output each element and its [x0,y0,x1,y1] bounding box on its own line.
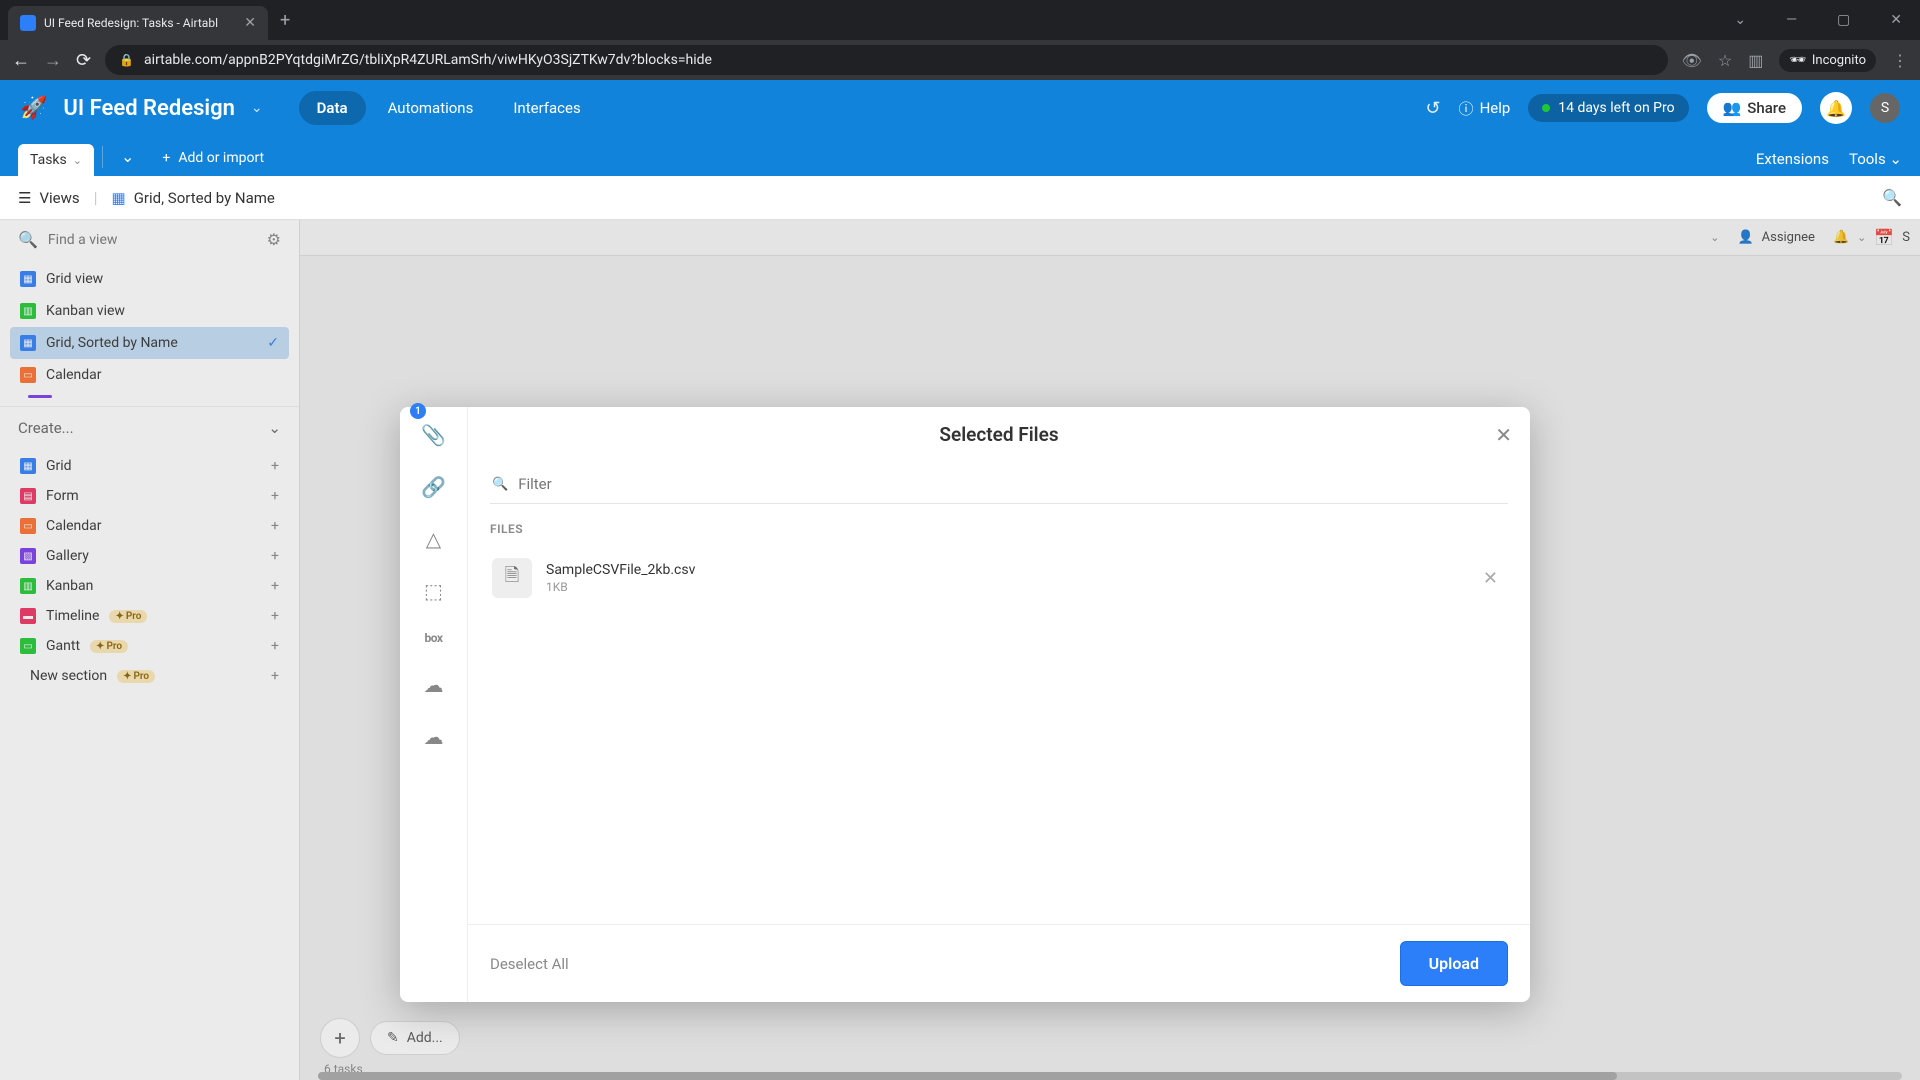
deselect-all-button[interactable]: Deselect All [490,955,569,973]
avatar-initial: S [1881,100,1889,116]
selected-count-badge: 1 [410,403,426,419]
link-icon[interactable]: 🔗 [421,475,446,499]
files-section-label: FILES [490,522,1508,536]
bell-icon: 🔔 [1826,99,1846,118]
google-drive-icon[interactable]: △ [426,527,441,551]
modal-footer: Deselect All Upload [468,924,1530,1002]
lock-icon: 🔒 [119,53,134,67]
tabs-right: Extensions Tools ⌄ [1756,150,1902,176]
avatar[interactable]: S [1870,93,1900,123]
attachment-icon[interactable]: 📎 [421,423,446,447]
view-bar-separator: | [94,188,98,207]
nav-interfaces[interactable]: Interfaces [495,91,598,125]
view-bar: ☰ Views | ▦ Grid, Sorted by Name 🔍 [0,176,1920,220]
file-size: 1KB [546,580,1461,594]
hamburger-icon: ☰ [18,189,31,207]
incognito-icon: 🕶 [1789,53,1806,68]
kebab-menu-icon[interactable]: ⋮ [1892,51,1908,70]
browser-tab-strip: UI Feed Redesign: Tasks - Airtabl ✕ + ⌄ … [0,0,1920,40]
tools-link[interactable]: Tools ⌄ [1849,150,1902,168]
upload-button[interactable]: Upload [1400,941,1508,986]
browser-toolbar: ← → ⟳ 🔒 airtable.com/appnB2PYqtdgiMrZG/t… [0,40,1920,80]
table-list-dropdown[interactable]: ⌄ [111,139,144,174]
window-controls: ⌄ ― ▢ ✕ [1724,8,1912,32]
people-icon: 👥 [1723,99,1742,117]
document-icon: 🗎 [492,558,532,598]
status-dot-icon [1542,104,1550,112]
plus-icon: + [162,150,170,166]
base-title[interactable]: UI Feed Redesign [63,96,235,121]
header-nav: Data Automations Interfaces [299,91,599,125]
file-row[interactable]: 🗎 SampleCSVFile_2kb.csv 1KB ✕ [484,550,1514,606]
search-icon[interactable]: 🔍 [1882,188,1902,207]
history-icon[interactable]: ↺ [1425,98,1440,119]
main: 🔍 ⚙ ▦ Grid view ▥ Kanban view ▦ Grid, So… [0,220,1920,1080]
reload-icon[interactable]: ⟳ [76,50,91,71]
current-view[interactable]: ▦ Grid, Sorted by Name [112,189,275,207]
add-import-label: Add or import [178,150,264,166]
filter-input[interactable] [518,471,1506,497]
add-import-button[interactable]: + Add or import [152,142,274,174]
address-bar[interactable]: 🔒 airtable.com/appnB2PYqtdgiMrZG/tbliXpR… [105,45,1667,75]
modal-title: Selected Files [939,423,1058,446]
incognito-indicator[interactable]: 🕶 Incognito [1779,49,1876,72]
close-icon[interactable]: ✕ [1495,423,1512,447]
app-header: 🚀 UI Feed Redesign ⌄ Data Automations In… [0,80,1920,136]
upload-modal-main: Selected Files ✕ 🔍 FILES 🗎 SampleCSVFile… [468,407,1530,1002]
base-dropdown-icon[interactable]: ⌄ [251,100,263,116]
dropbox-icon[interactable]: ⬚ [424,579,443,603]
chevron-down-icon[interactable]: ⌄ [73,154,82,167]
airtable-favicon [20,15,36,31]
close-window-icon[interactable]: ✕ [1880,8,1912,32]
eye-off-icon[interactable]: 👁 [1682,51,1702,70]
rocket-icon[interactable]: 🚀 [20,96,47,121]
search-icon: 🔍 [492,477,508,492]
upload-source-sidebar: 1 📎 🔗 △ ⬚ box ☁ ☁ [400,407,468,1002]
onedrive-business-icon[interactable]: ☁ [424,725,444,749]
trial-indicator[interactable]: 14 days left on Pro [1528,94,1688,122]
nav-automations[interactable]: Automations [370,91,492,125]
star-icon[interactable]: ☆ [1718,51,1732,70]
tab-title: UI Feed Redesign: Tasks - Airtabl [44,16,236,30]
header-right: ↺ ⓘ Help 14 days left on Pro 👥 Share 🔔 S [1425,92,1900,124]
tabs-dropdown-icon[interactable]: ⌄ [1724,8,1756,32]
forward-icon[interactable]: → [44,50,62,71]
box-icon[interactable]: box [424,631,442,645]
table-tab-tasks[interactable]: Tasks ⌄ [18,144,94,176]
help-icon: ⓘ [1459,98,1474,119]
share-label: Share [1747,99,1786,117]
tab-separator [102,146,103,168]
extensions-link[interactable]: Extensions [1756,150,1829,168]
tab-close-icon[interactable]: ✕ [244,15,256,31]
onedrive-icon[interactable]: ☁ [424,673,444,697]
nav-data[interactable]: Data [299,91,366,125]
trial-label: 14 days left on Pro [1558,100,1674,116]
tab-label: Tasks [30,152,67,168]
table-tabs: Tasks ⌄ ⌄ + Add or import Extensions Too… [0,136,1920,176]
url-text: airtable.com/appnB2PYqtdgiMrZG/tbliXpR4Z… [144,52,712,68]
minimize-icon[interactable]: ― [1776,8,1807,32]
file-name: SampleCSVFile_2kb.csv [546,562,1461,578]
incognito-label: Incognito [1812,53,1866,68]
share-button[interactable]: 👥 Share [1707,93,1802,123]
file-info: SampleCSVFile_2kb.csv 1KB [546,562,1461,594]
grid-icon: ▦ [112,189,126,207]
views-toggle[interactable]: ☰ Views [18,189,80,207]
browser-tab[interactable]: UI Feed Redesign: Tasks - Airtabl ✕ [8,6,268,40]
toolbar-right: 👁 ☆ ▥ 🕶 Incognito ⋮ [1682,49,1908,72]
upload-modal: 1 📎 🔗 △ ⬚ box ☁ ☁ Selected Files ✕ 🔍 FIL… [400,407,1530,1002]
notifications-button[interactable]: 🔔 [1820,92,1852,124]
back-icon[interactable]: ← [12,50,30,71]
filter-row: 🔍 [490,465,1508,504]
modal-header: Selected Files ✕ [468,407,1530,461]
help-label: Help [1480,99,1511,117]
views-label: Views [39,189,79,207]
maximize-icon[interactable]: ▢ [1827,8,1860,32]
remove-file-icon[interactable]: ✕ [1475,564,1506,593]
new-tab-button[interactable]: + [280,10,290,31]
current-view-label: Grid, Sorted by Name [134,189,275,207]
extensions-icon[interactable]: ▥ [1748,51,1763,70]
help-button[interactable]: ⓘ Help [1459,98,1511,119]
